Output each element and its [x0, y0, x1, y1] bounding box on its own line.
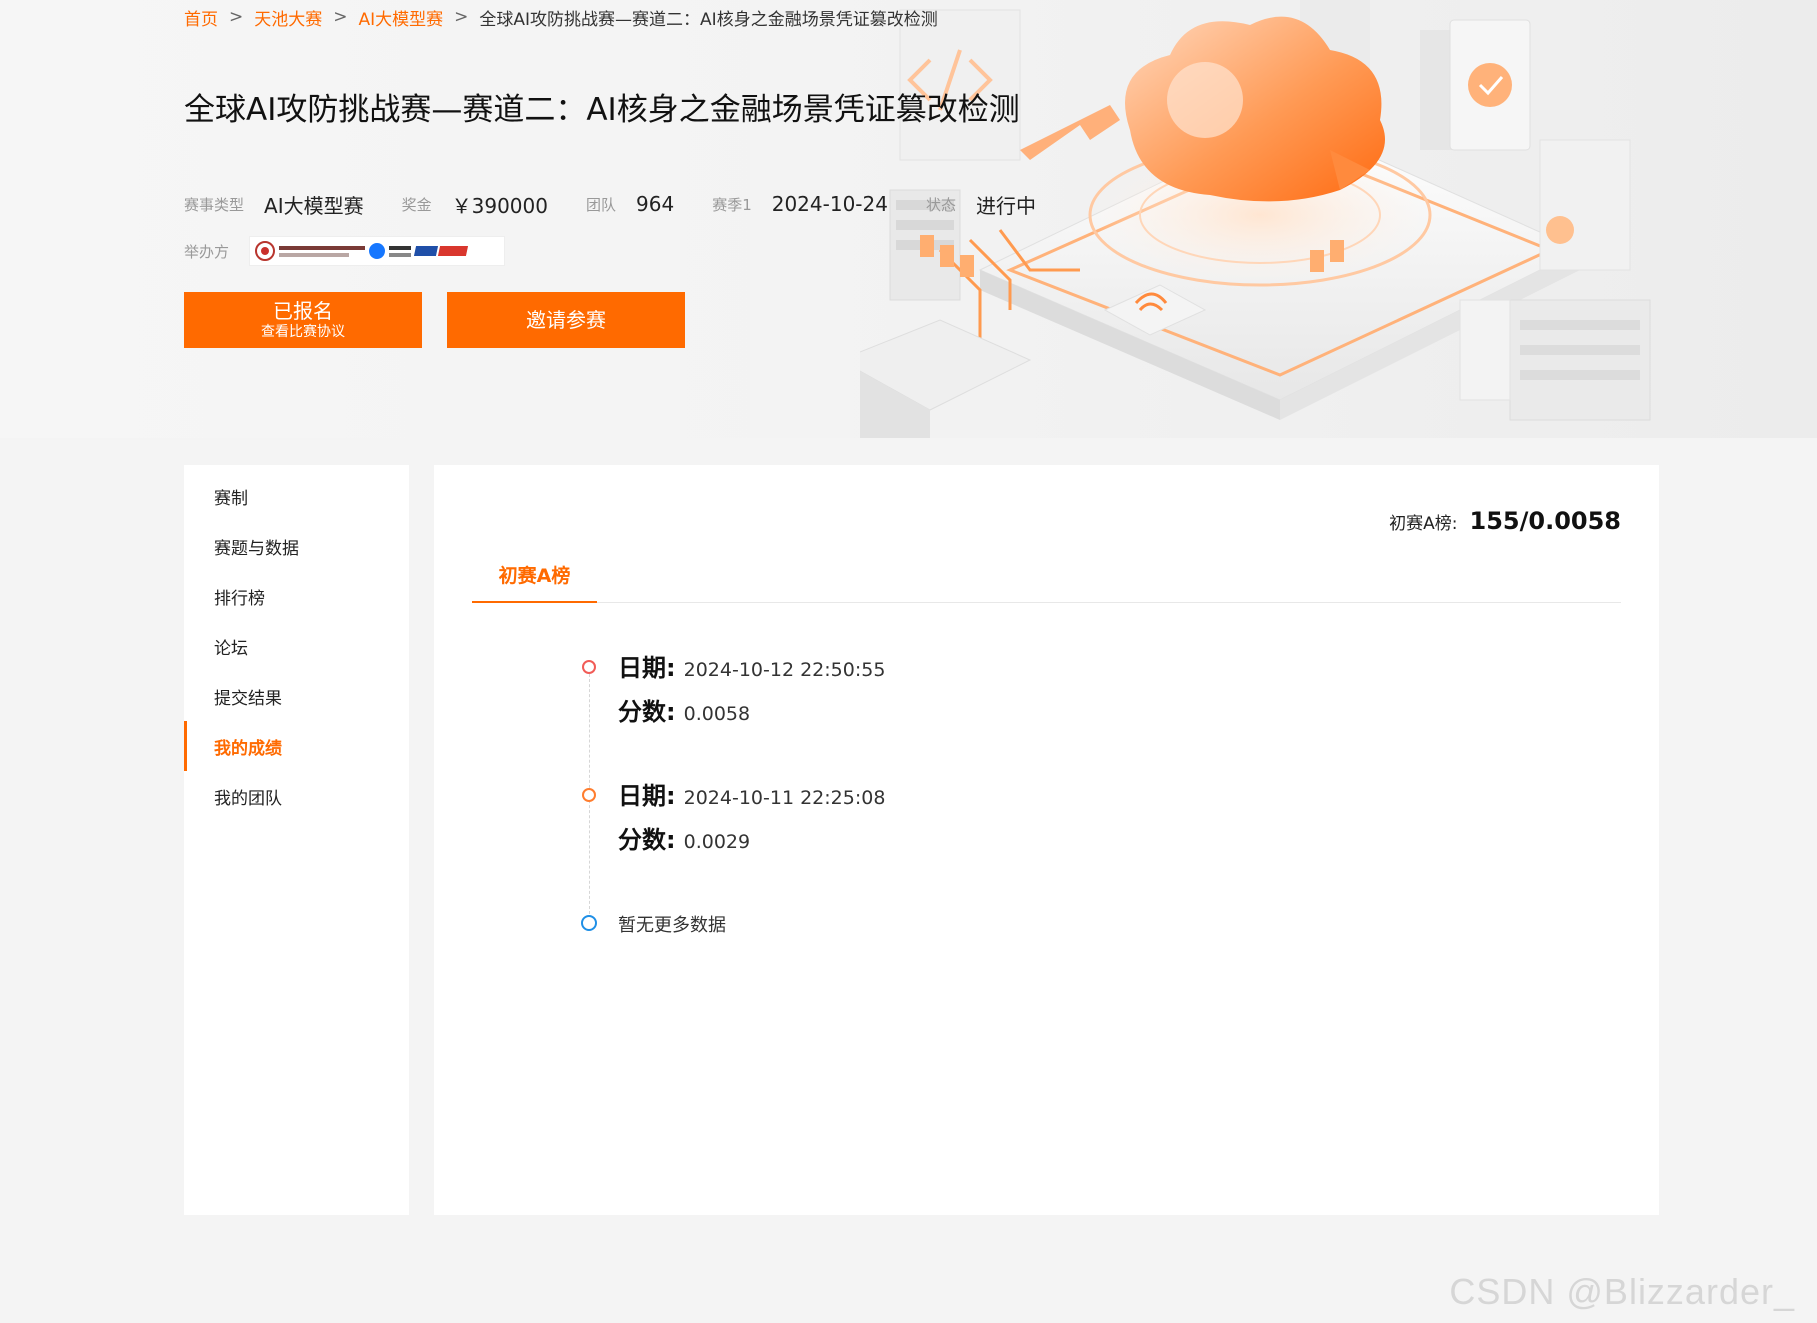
breadcrumb: 首页 > 天池大赛 > AI大模型赛 > 全球AI攻防挑战赛—赛道二：AI核身之…: [184, 5, 938, 30]
teams-value: 964: [636, 192, 675, 216]
record-date: 2024-10-11 22:25:08: [683, 787, 886, 809]
timeline-record: 日期: 2024-10-11 22:25:08 分数: 0.0029: [618, 776, 885, 864]
date-key: 日期:: [618, 782, 676, 810]
no-more-data-text: 暂无更多数据: [618, 915, 726, 936]
status-label: 状态: [925, 195, 956, 214]
csig-logo-icon: [255, 241, 276, 261]
breadcrumb-tianchi[interactable]: 天池大赛: [254, 5, 322, 30]
sidebar-item-leaderboard[interactable]: 排行榜: [184, 571, 409, 621]
type-value: AI大模型赛: [264, 193, 364, 218]
csig-wordmark-icon: [279, 245, 366, 257]
prize-label: 奖金: [401, 195, 432, 214]
sidebar-item-my-scores[interactable]: 我的成绩: [184, 721, 409, 771]
status-value: 进行中: [975, 193, 1036, 218]
sidebar-item-rules[interactable]: 赛制: [184, 471, 409, 521]
view-agreement-label: 查看比赛协议: [261, 324, 345, 340]
record-score: 0.0029: [683, 831, 751, 853]
timeline-record: 日期: 2024-10-12 22:50:55 分数: 0.0058: [618, 648, 885, 736]
timeline-dot-icon: [582, 660, 596, 674]
timeline-empty: 暂无更多数据: [618, 911, 726, 937]
score-key: 分数:: [618, 826, 676, 854]
tab-preliminary-a[interactable]: 初赛A榜: [472, 547, 597, 603]
organizer-logos: [249, 236, 506, 266]
breadcrumb-ai-model[interactable]: AI大模型赛: [359, 5, 444, 30]
sidebar-item-forum[interactable]: 论坛: [184, 621, 409, 671]
ant-group-logo-icon: [369, 243, 386, 259]
page: 首页 > 天池大赛 > AI大模型赛 > 全球AI攻防挑战赛—赛道二：AI核身之…: [0, 0, 1817, 1323]
invite-label: 邀请参赛: [526, 308, 606, 332]
record-score: 0.0058: [683, 703, 751, 725]
score-key: 分数:: [618, 698, 676, 726]
score-summary-value: 155/0.0058: [1469, 507, 1621, 535]
score-summary: 初赛A榜: 155/0.0058: [1389, 507, 1621, 535]
page-title: 全球AI攻防挑战赛—赛道二：AI核身之金融场景凭证篡改检测: [184, 92, 1020, 128]
main-panel: 初赛A榜: 155/0.0058 初赛A榜 日期: 2024-10-12 22:…: [434, 465, 1659, 1215]
invite-button[interactable]: 邀请参赛: [447, 292, 685, 348]
sidebar-item-data[interactable]: 赛题与数据: [184, 521, 409, 571]
hero-illustration: [860, 0, 1651, 438]
score-timeline: 日期: 2024-10-12 22:50:55 分数: 0.0058 日期: 2…: [581, 654, 1282, 1060]
breadcrumb-separator: >: [454, 7, 469, 27]
date-key: 日期:: [618, 654, 676, 682]
organizer-label: 举办方: [184, 242, 230, 261]
watermark: CSDN @Blizzarder_: [1449, 1271, 1795, 1312]
sidebar-item-submit[interactable]: 提交结果: [184, 671, 409, 721]
breadcrumb-current: 全球AI攻防挑战赛—赛道二：AI核身之金融场景凭证篡改检测: [479, 9, 938, 30]
tab-bar: 初赛A榜: [472, 547, 1621, 603]
type-label: 赛事类型: [184, 195, 245, 214]
record-date: 2024-10-12 22:50:55: [683, 659, 886, 681]
breadcrumb-separator: >: [229, 7, 244, 27]
timeline-end-dot-icon: [581, 915, 597, 931]
teams-label: 团队: [585, 195, 616, 214]
registered-label: 已报名: [273, 299, 333, 323]
registered-button[interactable]: 已报名 查看比赛协议: [184, 292, 422, 348]
hero-banner: 首页 > 天池大赛 > AI大模型赛 > 全球AI攻防挑战赛—赛道二：AI核身之…: [0, 0, 1817, 438]
score-summary-label: 初赛A榜:: [1389, 514, 1458, 534]
breadcrumb-separator: >: [333, 7, 348, 27]
sidebar-item-my-team[interactable]: 我的团队: [184, 771, 409, 821]
sidebar-nav: 赛制 赛题与数据 排行榜 论坛 提交结果 我的成绩 我的团队: [184, 465, 409, 1215]
competition-meta: 赛事类型 AI大模型赛 奖金 ￥390000 团队 964 赛季1 2024-1…: [184, 190, 1074, 218]
organizer-row: 举办方: [184, 236, 506, 266]
csa-gcr-logo-icon: [413, 242, 473, 260]
season-label: 赛季1: [712, 195, 752, 214]
season-value: 2024-10-24: [771, 192, 888, 216]
prize-value: ￥390000: [451, 193, 548, 218]
breadcrumb-home[interactable]: 首页: [184, 5, 218, 30]
timeline-dot-icon: [582, 788, 596, 802]
ant-group-wordmark-icon: [389, 245, 412, 257]
